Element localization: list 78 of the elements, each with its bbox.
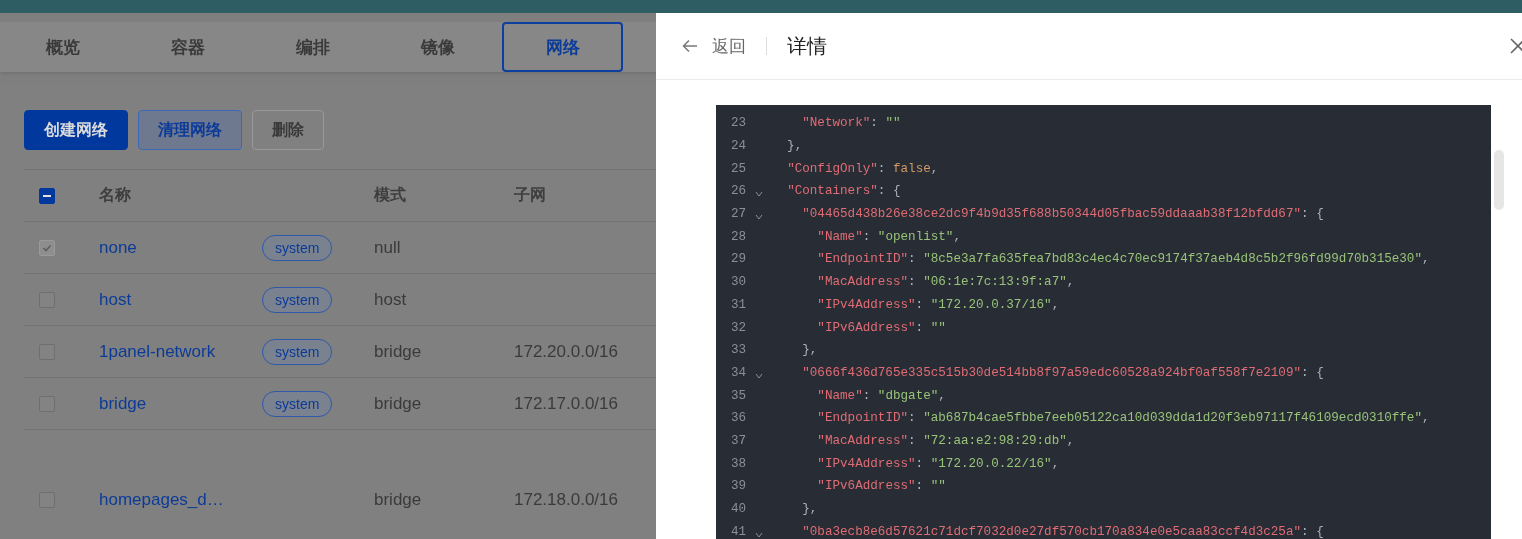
mode-cell-text: bridge	[374, 393, 423, 414]
network-name-link[interactable]: homepages_d…	[99, 490, 262, 510]
line-number: 26	[729, 184, 746, 199]
line-number: 37	[729, 433, 746, 448]
scrollbar-thumb[interactable]	[1494, 150, 1504, 210]
close-icon	[1510, 38, 1522, 54]
code-line: "Containers": {	[786, 184, 901, 199]
delete-button[interactable]: 删除	[252, 110, 324, 150]
fold-chevron-icon[interactable]	[755, 214, 763, 221]
column-header: 模式	[374, 185, 407, 205]
network-name-link[interactable]: bridge	[99, 393, 262, 414]
line-number: 24	[729, 139, 746, 154]
code-line: "04465d438b26e38ce2dc9f4b9d35f688b50344d05fbac59ddaaab38f12bfdd67": {	[801, 207, 1324, 222]
code-line: "IPv4Address": "172.20.0.37/16",	[816, 297, 1060, 312]
line-number: 29	[729, 252, 746, 267]
back-button[interactable]: 返回	[682, 34, 746, 58]
tab[interactable]: 概览	[0, 22, 125, 72]
system-tag: system	[262, 390, 333, 417]
arrow-left-icon	[682, 39, 698, 53]
line-number: 33	[729, 343, 746, 358]
column-header: 名称	[99, 185, 132, 205]
code-line: },	[786, 139, 803, 154]
code-line: "Name": "dbgate",	[816, 388, 946, 403]
code-line: "0ba3ecb8e6d57621c71dcf7032d0e27df570cb170a834e0e5caa83ccf4d3c25a": {	[801, 524, 1324, 539]
code-line: "MacAddress": "06:1e:7c:13:9f:a7",	[816, 275, 1075, 290]
system-tag: system	[262, 286, 333, 313]
code-line: "EndpointID": "8c5e3a7fa635fea7bd83c4ec4c70ec9174f37aeb4d8c5b2f96fd99d70b315e30",	[816, 252, 1430, 267]
mode-cell-text: null	[374, 237, 402, 258]
drawer-title: 详情	[787, 33, 827, 59]
code-line: "EndpointID": "ab687b4cae5fbbe7eeb05122ca10d039dda1d20f3eb97117f46109ecd0310ffe",	[816, 411, 1430, 426]
line-number: 23	[729, 116, 746, 131]
code-line: "0666f436d765e335c515b30de514bb8f97a59edc60528a924bf0af558f7e2109": {	[801, 365, 1324, 380]
line-number: 32	[729, 320, 746, 335]
select-all-checkbox[interactable]	[39, 187, 55, 204]
close-button[interactable]	[1510, 38, 1522, 54]
code-line: "IPv4Address": "172.20.0.22/16",	[816, 456, 1060, 471]
fold-chevron-icon[interactable]	[755, 372, 763, 379]
fold-chevron-icon[interactable]	[755, 191, 763, 198]
line-number: 39	[729, 479, 746, 494]
prune-button[interactable]: 清理网络	[138, 110, 242, 150]
code-line: },	[801, 343, 818, 358]
line-number: 27	[729, 207, 746, 222]
column-header: 子网	[514, 185, 547, 205]
code-line: "Network": ""	[801, 116, 901, 131]
code-line: "IPv6Address": ""	[816, 479, 946, 494]
system-tag: system	[262, 234, 333, 261]
line-number: 40	[729, 502, 746, 517]
mode-cell-text: host	[374, 289, 408, 310]
system-tag: system	[262, 338, 333, 365]
line-number: 41	[729, 524, 746, 539]
mode-cell-text: bridge	[374, 490, 423, 510]
line-number: 36	[729, 411, 746, 426]
subnet-cell-text: 172.18.0.0/16	[514, 490, 619, 510]
line-number: 34	[729, 365, 746, 380]
tab[interactable]: 网络	[502, 22, 623, 72]
create-button[interactable]: 创建网络	[24, 110, 128, 150]
fold-chevron-icon[interactable]	[755, 531, 763, 538]
code-line: },	[801, 502, 818, 517]
line-number: 28	[729, 229, 746, 244]
code-line: "ConfigOnly": false,	[786, 161, 939, 176]
code-line: "IPv6Address": ""	[816, 320, 946, 335]
subnet-cell-text: 172.17.0.0/16	[514, 393, 619, 414]
line-number: 31	[729, 297, 746, 312]
network-name-link[interactable]: 1panel-network	[99, 341, 262, 362]
subnet-cell-text: 172.20.0.0/16	[514, 341, 619, 362]
line-number: 38	[729, 456, 746, 471]
tab[interactable]: 容器	[125, 22, 250, 72]
tab[interactable]: 镜像	[375, 22, 500, 72]
code-line: "Name": "openlist",	[816, 229, 961, 244]
tab[interactable]: 编排	[250, 22, 375, 72]
line-number: 35	[729, 388, 746, 403]
network-name-link[interactable]: host	[99, 289, 262, 310]
mode-cell-text: bridge	[374, 341, 423, 362]
minus-icon	[43, 194, 51, 197]
line-number: 30	[729, 275, 746, 290]
check-icon	[42, 242, 52, 253]
line-number: 25	[729, 161, 746, 176]
code-line: "MacAddress": "72:aa:e2:98:29:db",	[816, 433, 1075, 448]
